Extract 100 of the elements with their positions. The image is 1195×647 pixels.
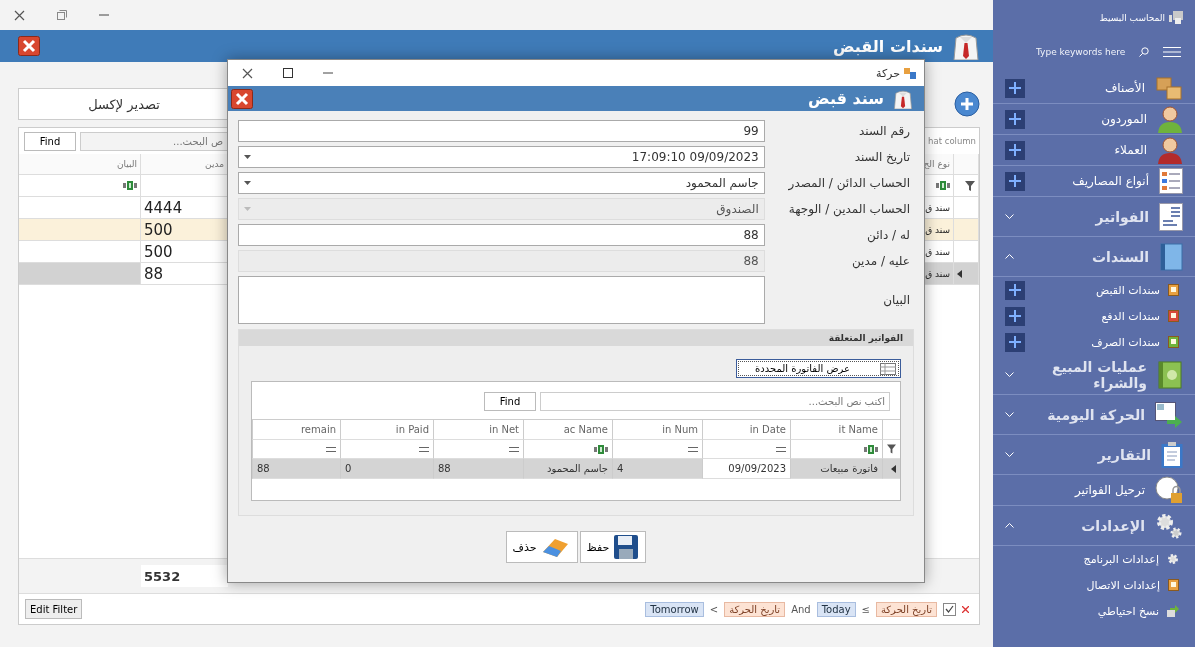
clear-filter-icon[interactable] — [962, 605, 969, 613]
menu-item[interactable]: الأصناف — [993, 73, 1195, 104]
table-cell: 4 — [612, 459, 702, 479]
submenu-item[interactable]: سندات الصرف — [993, 329, 1195, 355]
table-cell: 88 — [141, 263, 228, 285]
save-button[interactable]: حفظ — [579, 531, 647, 563]
search-field[interactable]: اكتب نص البحث... — [540, 392, 890, 411]
equals-filter-icon[interactable] — [688, 446, 698, 452]
grid-icon — [880, 362, 896, 375]
close-icon[interactable] — [18, 36, 40, 56]
group-header[interactable]: السندات — [993, 237, 1195, 277]
group-header[interactable]: التقارير — [993, 435, 1195, 475]
column-header[interactable]: remain — [252, 419, 340, 440]
menu-item[interactable]: أنواع المصاريف — [993, 166, 1195, 197]
group-header[interactable]: الإعدادات — [993, 506, 1195, 546]
delete-button[interactable]: حذف — [505, 531, 578, 563]
search-icon — [1139, 46, 1149, 57]
group-header[interactable]: الحركة اليومية — [993, 395, 1195, 435]
edit-filter-button[interactable]: Edit Filter — [25, 599, 83, 619]
expand-icon[interactable] — [1005, 412, 1014, 417]
column-header[interactable]: it Name — [790, 419, 882, 440]
text-filter-icon[interactable] — [864, 444, 878, 454]
menu-icon[interactable] — [1163, 46, 1181, 57]
table-cell: فاتورة مبيعات — [790, 459, 882, 479]
text-filter-icon[interactable] — [594, 444, 608, 454]
find-button[interactable]: Find — [24, 131, 76, 151]
column-header[interactable]: in Net — [433, 419, 523, 440]
filter-icon[interactable] — [965, 180, 975, 191]
add-button[interactable] — [1005, 140, 1025, 160]
filter-icon[interactable] — [887, 444, 896, 454]
add-button[interactable] — [1005, 171, 1025, 191]
add-button[interactable] — [1005, 332, 1025, 352]
maximize-icon[interactable] — [283, 68, 293, 78]
value-chip[interactable]: Today — [816, 601, 856, 617]
list-icon — [1159, 168, 1183, 194]
submenu-item[interactable]: سندات الدفع — [993, 303, 1195, 329]
submenu-item[interactable]: سندات القبض — [993, 277, 1195, 303]
column-header[interactable]: in Paid — [340, 419, 433, 440]
table-cell: 88 — [433, 459, 523, 479]
field-chip[interactable]: تاريخ الحركة — [724, 601, 786, 617]
equals-filter-icon[interactable] — [326, 446, 336, 452]
menu-item[interactable]: العملاء — [993, 135, 1195, 166]
text-filter-icon[interactable] — [123, 181, 137, 190]
clipboard-icon — [1161, 440, 1183, 469]
close-icon[interactable] — [242, 67, 253, 79]
input-field[interactable]: 88 — [238, 224, 765, 246]
submenu-item[interactable]: نسخ احتياطي — [993, 598, 1195, 624]
submenu-item[interactable]: إعدادات الاتصال — [993, 572, 1195, 598]
money-icon — [1168, 336, 1179, 348]
expand-icon[interactable] — [1005, 214, 1014, 219]
column-header[interactable]: نوع الح — [924, 154, 954, 175]
filter-checkbox[interactable] — [943, 602, 956, 616]
field-label: له / دائن — [866, 228, 911, 242]
app-icon — [1169, 11, 1183, 24]
add-button[interactable] — [1005, 306, 1025, 326]
menu-item[interactable]: ترحيل الفواتير — [993, 475, 1195, 506]
column-header[interactable]: in Num — [612, 419, 702, 440]
expand-icon[interactable] — [1005, 372, 1014, 377]
group-header[interactable]: الفواتير — [993, 197, 1195, 237]
document-icon — [1168, 579, 1179, 591]
restore-icon[interactable] — [57, 10, 67, 20]
document-icon — [1168, 310, 1179, 322]
group-header[interactable]: عمليات المبيع والشراء — [993, 355, 1195, 395]
column-header[interactable]: البيان — [19, 154, 141, 175]
menu-item[interactable]: الموردون — [993, 104, 1195, 135]
arrow-icon — [1167, 605, 1179, 617]
input-field[interactable]: 99 — [238, 120, 765, 142]
field-chip[interactable]: تاريخ الحركة — [876, 601, 937, 617]
equals-filter-icon[interactable] — [509, 446, 519, 452]
dropdown-field[interactable]: 17:09:10 09/09/2023 — [238, 146, 765, 168]
filter-operator: ≤ — [861, 603, 870, 615]
app-icon — [904, 67, 916, 79]
find-button[interactable]: Find — [484, 392, 536, 411]
column-header[interactable]: ac Name — [523, 419, 612, 440]
add-button[interactable] — [1005, 280, 1025, 300]
dialog-title: حركة — [876, 66, 900, 80]
close-icon[interactable] — [231, 88, 253, 109]
value-chip[interactable]: Tomorrow — [645, 601, 704, 617]
collapse-icon[interactable] — [1005, 523, 1014, 528]
equals-filter-icon[interactable] — [419, 446, 429, 452]
column-header[interactable]: in Date — [702, 419, 790, 440]
submenu-item[interactable]: إعدادات البرنامج — [993, 546, 1195, 572]
add-button[interactable] — [1005, 78, 1025, 98]
text-filter-icon[interactable] — [936, 181, 950, 190]
collapse-icon[interactable] — [1005, 254, 1014, 259]
show-invoice-button[interactable]: عرض الفاتورة المحددة — [736, 359, 901, 378]
dropdown-field[interactable]: جاسم المحمود — [238, 172, 765, 194]
column-header[interactable]: مدين — [141, 154, 228, 175]
expand-icon[interactable] — [1005, 452, 1014, 457]
close-icon[interactable] — [14, 9, 25, 21]
add-button[interactable] — [1005, 109, 1025, 129]
search-field[interactable]: Type keywords here — [1036, 46, 1136, 57]
field-label: الحساب المدين / الوجهة — [787, 202, 911, 216]
book-icon — [1159, 242, 1183, 271]
equals-filter-icon[interactable] — [776, 446, 786, 452]
input-field: 88 — [238, 250, 765, 272]
search-field[interactable]: ص البحث... — [80, 131, 228, 151]
add-icon[interactable] — [954, 91, 980, 117]
export-button[interactable]: تصدير لإكسل — [18, 88, 230, 120]
caret-icon — [244, 181, 251, 185]
